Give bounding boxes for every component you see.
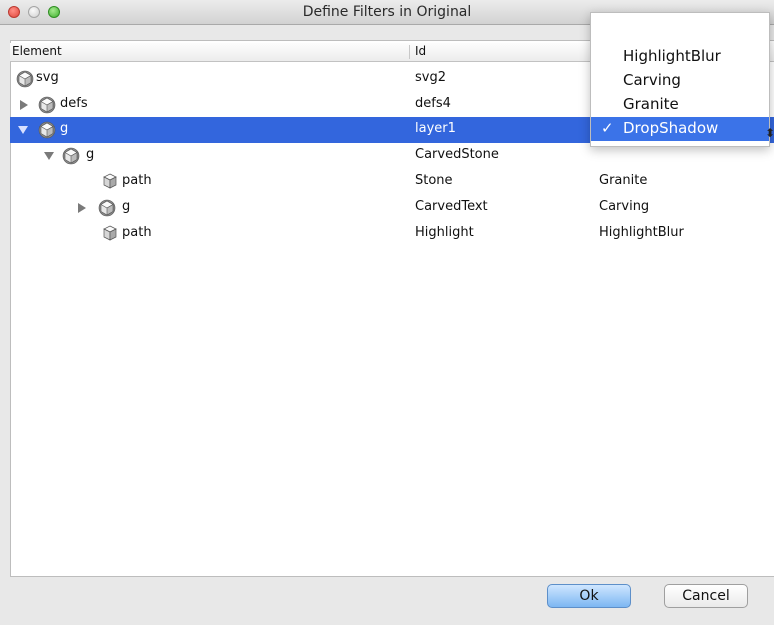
element-id: svg2 bbox=[415, 70, 446, 85]
filter-value[interactable]: HighlightBlur bbox=[599, 225, 684, 240]
table-row[interactable]: g CarvedText Carving bbox=[10, 195, 774, 221]
menu-item-dropshadow[interactable]: ✓ DropShadow bbox=[591, 117, 769, 141]
checkmark-icon: ✓ bbox=[601, 119, 614, 137]
element-id: Stone bbox=[415, 173, 453, 188]
chevron-updown-icon[interactable]: ⬍ bbox=[765, 126, 774, 140]
disclosure-triangle-expanded[interactable] bbox=[44, 152, 54, 160]
column-header-id[interactable]: Id bbox=[415, 44, 426, 58]
gear-cube-icon bbox=[60, 145, 82, 171]
gear-cube-icon bbox=[14, 68, 36, 94]
footer-divider bbox=[10, 576, 774, 577]
cancel-button[interactable]: Cancel bbox=[664, 584, 748, 608]
table-row[interactable]: path Stone Granite bbox=[10, 169, 774, 195]
menu-item-highlightblur[interactable]: HighlightBlur bbox=[591, 45, 769, 69]
gear-cube-icon bbox=[96, 197, 118, 223]
element-name: defs bbox=[60, 96, 88, 111]
element-id: Highlight bbox=[415, 225, 474, 240]
element-id: CarvedStone bbox=[415, 147, 499, 162]
element-name: g bbox=[60, 121, 69, 136]
element-id: defs4 bbox=[415, 96, 451, 111]
element-id: layer1 bbox=[415, 121, 456, 136]
column-divider[interactable] bbox=[409, 45, 410, 59]
element-name: g bbox=[122, 199, 131, 214]
ok-button[interactable]: Ok bbox=[547, 584, 631, 608]
element-name: path bbox=[122, 225, 152, 240]
table-row[interactable]: path Highlight HighlightBlur bbox=[10, 221, 774, 247]
filter-value[interactable]: Carving bbox=[599, 199, 649, 214]
gear-cube-icon bbox=[36, 119, 58, 145]
disclosure-triangle-expanded[interactable] bbox=[18, 126, 28, 134]
cube-icon bbox=[100, 171, 120, 195]
disclosure-triangle-collapsed[interactable] bbox=[78, 203, 86, 213]
element-name: g bbox=[86, 147, 95, 162]
element-name: path bbox=[122, 173, 152, 188]
disclosure-triangle-collapsed[interactable] bbox=[20, 100, 28, 110]
filter-value[interactable]: Granite bbox=[599, 173, 647, 188]
element-id: CarvedText bbox=[415, 199, 488, 214]
element-name: svg bbox=[36, 70, 59, 85]
filter-dropdown-menu: HighlightBlur Carving Granite ✓ DropShad… bbox=[590, 12, 770, 147]
menu-item-granite[interactable]: Granite bbox=[591, 93, 769, 117]
cube-icon bbox=[100, 223, 120, 247]
menu-item-carving[interactable]: Carving bbox=[591, 69, 769, 93]
column-header-element[interactable]: Element bbox=[12, 44, 62, 58]
